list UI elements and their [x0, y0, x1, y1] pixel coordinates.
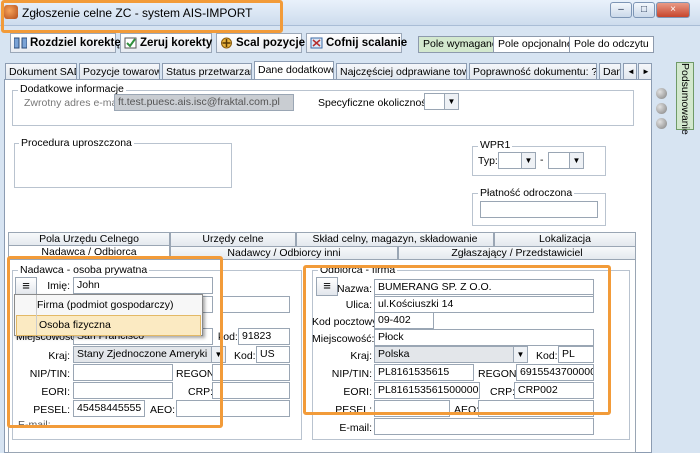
- sender-code-label: Kod:: [234, 350, 256, 362]
- subtab-lokalizacja[interactable]: Lokalizacja: [494, 232, 636, 246]
- sender-highlight: [7, 256, 223, 428]
- receiver-highlight: [303, 265, 611, 415]
- status-dot: [656, 88, 667, 99]
- split-correction-button[interactable]: Rozdziel korektę: [10, 33, 121, 53]
- sender-street-field[interactable]: [220, 296, 290, 313]
- return-email-label: Zwrotny adres e-mail:: [24, 97, 125, 109]
- tab-scroll-right-button[interactable]: ►: [638, 63, 652, 80]
- mode-required-button[interactable]: Pole wymagane: [418, 36, 503, 53]
- tab-pozycje-towarowe[interactable]: Pozycje towarowe: [79, 63, 160, 80]
- sender-regon-field[interactable]: [212, 364, 290, 381]
- tab-podsumowanie[interactable]: Podsumowanie: [676, 62, 694, 135]
- deferred-payment-field[interactable]: [480, 201, 598, 218]
- status-dot: [656, 103, 667, 114]
- tab-dokument-sad[interactable]: Dokument SAD: [5, 63, 77, 80]
- merge-icon: [221, 37, 232, 49]
- extra-info-legend: Dodatkowe informacje: [18, 83, 126, 95]
- wpr1-type-label: Typ:: [478, 155, 498, 167]
- entity-type-popup: Firma (podmiot gospodarczy) Osoba fizycz…: [14, 294, 203, 336]
- chevron-down-icon: ▼: [569, 153, 583, 168]
- reset-icon: [124, 37, 137, 49]
- subtab-zglaszajacy[interactable]: Zgłaszający / Przedstawiciel: [398, 246, 636, 260]
- popup-item-natural-person[interactable]: Osoba fizyczna: [16, 315, 201, 336]
- merge-items-button[interactable]: Scal pozycje: [216, 33, 306, 53]
- status-dot: [656, 118, 667, 129]
- popup-item-company[interactable]: Firma (podmiot gospodarczy): [15, 296, 202, 315]
- specific-circumstances-select[interactable]: ▼: [424, 93, 459, 110]
- return-email-field[interactable]: ft.test.puesc.ais.isc@fraktal.com.pl: [114, 94, 294, 111]
- tab-najczesciej-odprawiane[interactable]: Najczęściej odprawiane towary: [336, 63, 467, 80]
- mode-readonly-button[interactable]: Pole do odczytu: [569, 36, 654, 53]
- procedure-legend: Procedura uproszczona: [19, 137, 134, 149]
- split-correction-label: Rozdziel korektę: [30, 37, 121, 49]
- reset-corrections-label: Zeruj korekty: [140, 37, 213, 49]
- tab-scroll-left-button[interactable]: ◄: [623, 63, 637, 80]
- wpr1-legend: WPR1: [478, 139, 513, 151]
- chevron-down-icon: ▼: [444, 94, 458, 109]
- specific-circumstances-label: Specyficzne okoliczności:: [318, 97, 438, 109]
- reset-corrections-button[interactable]: Zeruj korekty: [120, 33, 212, 53]
- title-highlight: [1, 0, 283, 33]
- tab-dane-dodatkowe[interactable]: Dane dodatkowe: [254, 61, 334, 80]
- undo-merge-button[interactable]: Cofnij scalanie: [306, 33, 407, 53]
- deferred-payment-legend: Płatność odroczona: [478, 187, 575, 199]
- tab-dane-cut[interactable]: Dane: [599, 63, 621, 80]
- wpr1-type-select-2[interactable]: ▼: [548, 152, 584, 169]
- wpr1-dash: -: [540, 154, 544, 166]
- minimize-button[interactable]: –: [610, 2, 632, 18]
- maximize-button[interactable]: □: [633, 2, 655, 18]
- subtab-pola-urzedu-celnego[interactable]: Pola Urzędu Celnego: [8, 232, 170, 246]
- split-icon: [14, 37, 27, 49]
- procedure-group: [14, 143, 232, 188]
- subtab-urzedy-celne[interactable]: Urzędy celne: [170, 232, 296, 246]
- subtab-sklad-celny[interactable]: Skład celny, magazyn, składowanie: [296, 232, 494, 246]
- sender-code-field[interactable]: US: [256, 346, 290, 363]
- tab-poprawnosc[interactable]: Poprawność dokumentu: ???: [469, 63, 597, 80]
- merge-items-label: Scal pozycje: [236, 37, 306, 49]
- tab-status[interactable]: Status przetwarzania: [162, 63, 252, 80]
- sender-crp-field[interactable]: [212, 382, 290, 399]
- popup-separator: [36, 295, 37, 335]
- chevron-down-icon: ▼: [521, 153, 535, 168]
- undo-merge-icon: [310, 37, 323, 49]
- undo-merge-label: Cofnij scalanie: [326, 37, 408, 49]
- wpr1-type-select-1[interactable]: ▼: [498, 152, 536, 169]
- mode-optional-button[interactable]: Pole opcjonalne: [493, 36, 578, 53]
- sender-postal-field[interactable]: 91823: [238, 328, 290, 345]
- receiver-email-field[interactable]: [374, 418, 594, 435]
- receiver-email-label: E-mail:: [339, 422, 372, 434]
- close-button[interactable]: ×: [656, 2, 690, 18]
